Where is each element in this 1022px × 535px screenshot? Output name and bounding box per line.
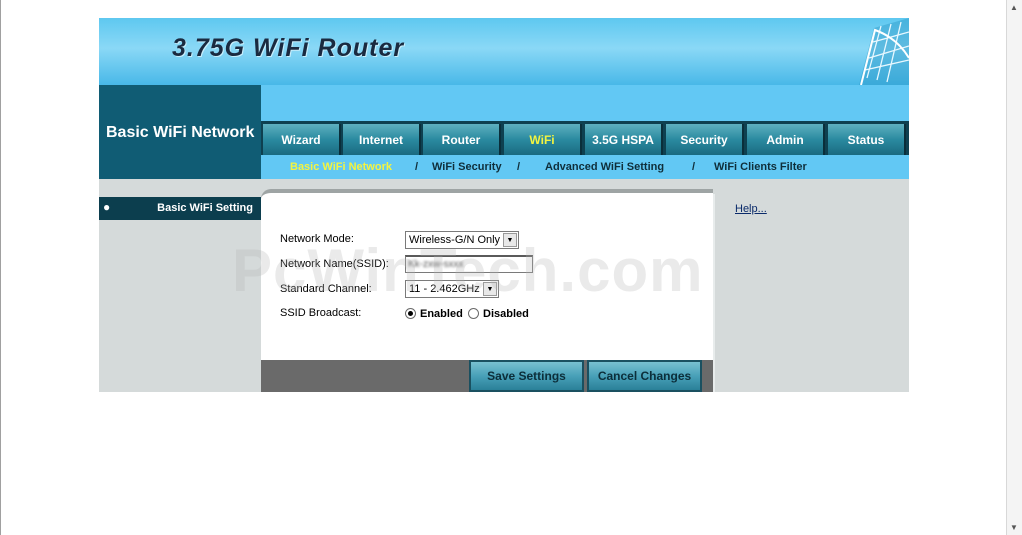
- subnav-advanced-wifi-setting[interactable]: Advanced WiFi Setting: [545, 161, 664, 173]
- main-navigation: Wizard Internet Router WiFi 3.5G HSPA Se…: [261, 85, 909, 179]
- chevron-down-icon[interactable]: ▼: [483, 282, 497, 296]
- subnav-separator: /: [692, 161, 696, 173]
- tab-router[interactable]: Router: [423, 124, 501, 155]
- help-panel: Help...: [713, 194, 909, 392]
- banner-title: 3.75G WiFi Router: [172, 34, 405, 62]
- tab-3g-hspa[interactable]: 3.5G HSPA: [585, 124, 663, 155]
- ssid-value: Kk-zxw-sxxx: [408, 259, 464, 270]
- channel-value: 11 - 2.462GHz: [409, 283, 480, 295]
- router-page: 3.75G WiFi Router Basic WiFi Network Wiz…: [99, 18, 909, 392]
- broadcast-disabled-label: Disabled: [483, 308, 529, 320]
- channel-select[interactable]: 11 - 2.462GHz ▼: [405, 280, 499, 298]
- network-mode-select[interactable]: Wireless-G/N Only ▼: [405, 231, 519, 249]
- vertical-scrollbar[interactable]: ▲ ▼: [1006, 0, 1022, 535]
- tab-wizard[interactable]: Wizard: [263, 124, 341, 155]
- subnav-basic-wifi-network[interactable]: Basic WiFi Network: [290, 161, 392, 173]
- tab-internet[interactable]: Internet: [343, 124, 421, 155]
- tab-bar: Wizard Internet Router WiFi 3.5G HSPA Se…: [261, 121, 909, 155]
- sidebar-item-label: Basic WiFi Setting: [157, 202, 253, 214]
- action-bar: Save Settings Cancel Changes: [261, 360, 713, 392]
- tab-wifi[interactable]: WiFi: [504, 124, 582, 155]
- broadcast-enabled-label: Enabled: [420, 308, 463, 320]
- chevron-down-icon[interactable]: ▼: [503, 233, 517, 247]
- page-title: Basic WiFi Network: [106, 124, 255, 141]
- ssid-input[interactable]: Kk-zxw-sxxx: [405, 255, 533, 273]
- scroll-down-icon[interactable]: ▼: [1010, 523, 1018, 532]
- satellite-dish-icon: [859, 18, 909, 85]
- scroll-up-icon[interactable]: ▲: [1010, 3, 1018, 12]
- sub-navigation: Basic WiFi Network / WiFi Security / Adv…: [261, 157, 909, 179]
- tab-admin[interactable]: Admin: [747, 124, 825, 155]
- subnav-separator: /: [415, 161, 419, 173]
- bullet-icon: ●: [103, 200, 111, 214]
- broadcast-disabled-radio[interactable]: [468, 308, 479, 319]
- subnav-wifi-clients-filter[interactable]: WiFi Clients Filter: [714, 161, 807, 173]
- settings-panel: Network Mode: Wireless-G/N Only ▼ Networ…: [261, 189, 713, 360]
- banner: 3.75G WiFi Router: [99, 18, 909, 85]
- ssid-broadcast-label: SSID Broadcast:: [280, 307, 362, 319]
- subnav-wifi-security[interactable]: WiFi Security: [432, 161, 502, 173]
- cancel-changes-button[interactable]: Cancel Changes: [587, 360, 702, 392]
- subnav-separator: /: [517, 161, 521, 173]
- help-link[interactable]: Help...: [735, 203, 767, 215]
- window-border: [0, 0, 1, 535]
- ssid-label: Network Name(SSID):: [280, 258, 389, 270]
- sidebar-item-basic-wifi-setting[interactable]: ● Basic WiFi Setting: [99, 197, 261, 220]
- tab-security[interactable]: Security: [666, 124, 744, 155]
- save-settings-button[interactable]: Save Settings: [469, 360, 584, 392]
- network-mode-label: Network Mode:: [280, 233, 354, 245]
- network-mode-value: Wireless-G/N Only: [409, 234, 501, 246]
- broadcast-enabled-radio[interactable]: [405, 308, 416, 319]
- channel-label: Standard Channel:: [280, 283, 372, 295]
- section-title-box: Basic WiFi Network: [99, 85, 261, 179]
- tab-status[interactable]: Status: [828, 124, 906, 155]
